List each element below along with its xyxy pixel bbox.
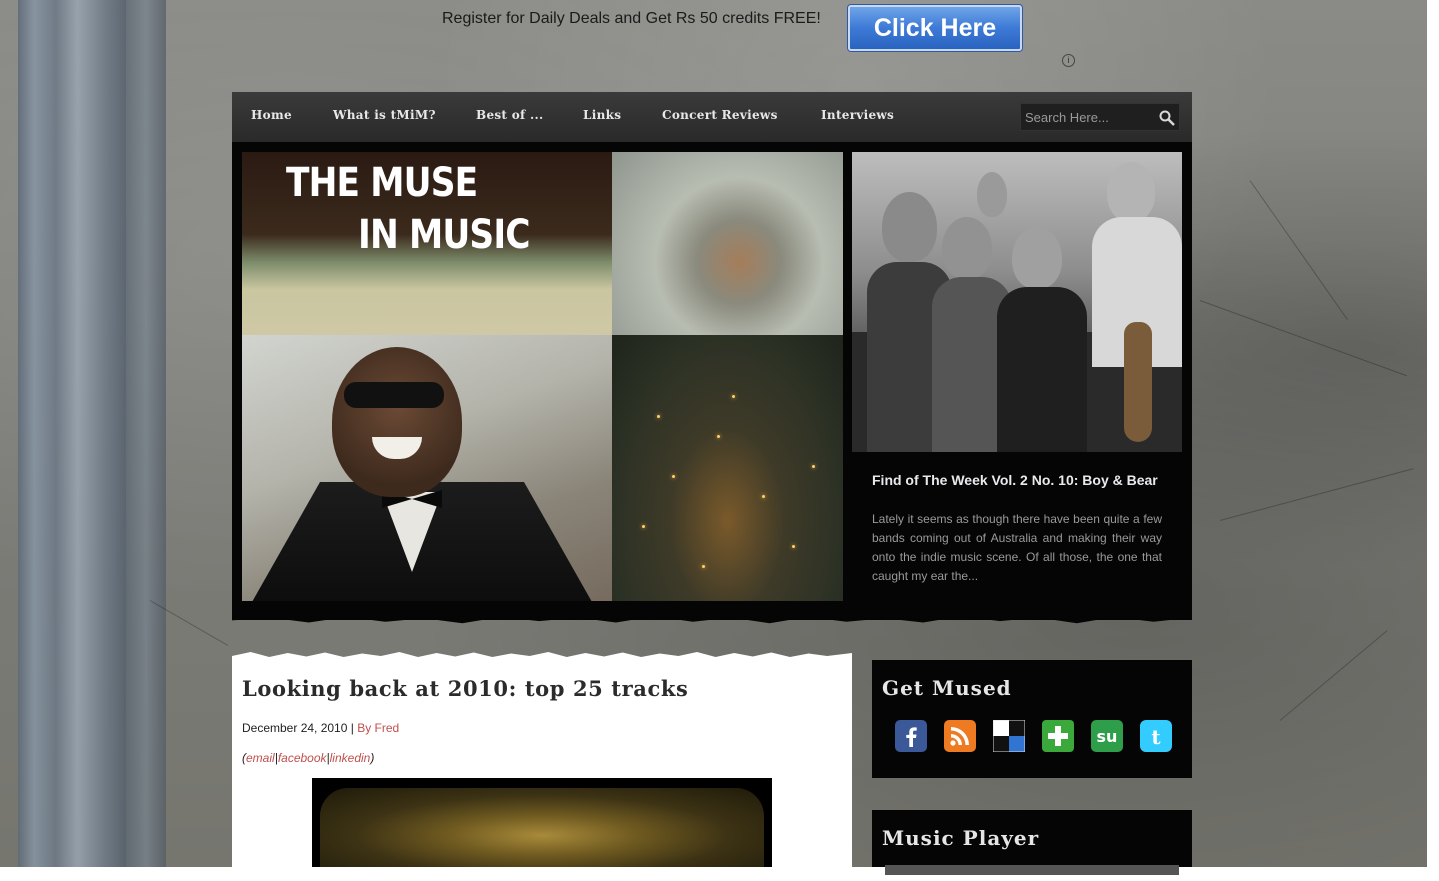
band-member: [942, 217, 992, 279]
share-facebook-link[interactable]: facebook: [278, 751, 327, 765]
light-dot: [717, 435, 720, 438]
light-dot: [672, 475, 675, 478]
nav-best-of[interactable]: Best of ...: [476, 108, 543, 122]
share-email-link[interactable]: email: [246, 751, 275, 765]
nav-links[interactable]: Links: [583, 108, 621, 122]
widget-title: Music Player: [882, 826, 1040, 850]
wall-crack: [1199, 300, 1407, 377]
search-input[interactable]: [1025, 107, 1155, 127]
share-paren-close: ): [370, 751, 375, 765]
collage-figure-glasses: [344, 382, 444, 408]
twitter-icon[interactable]: t: [1140, 720, 1172, 752]
wall-crack: [1249, 180, 1348, 321]
band-member: [1107, 162, 1155, 222]
wall-crack: [1279, 630, 1388, 721]
post-date: December 24, 2010: [242, 721, 348, 735]
featured-banner-image[interactable]: THE MUSE IN MUSIC: [242, 152, 843, 601]
light-dot: [702, 565, 705, 568]
band-member-body: [997, 287, 1087, 452]
facebook-icon[interactable]: [895, 720, 927, 752]
delicious-icon[interactable]: [993, 720, 1025, 752]
post-title[interactable]: Looking back at 2010: top 25 tracks: [242, 676, 688, 701]
svg-text:su: su: [1097, 727, 1118, 746]
light-dot: [732, 395, 735, 398]
video-thumbnail: [320, 788, 764, 867]
band-member: [977, 172, 1007, 217]
search-icon[interactable]: [1159, 110, 1175, 126]
band-member: [882, 192, 937, 262]
post-video-embed[interactable]: [312, 778, 772, 867]
collage-panel: [612, 335, 843, 601]
banner-title-line2: IN MUSIC: [358, 212, 531, 258]
main-nav: Home What is tMiM? Best of ... Links Con…: [232, 92, 1192, 142]
frame-edge: [1427, 0, 1439, 881]
light-dot: [642, 525, 645, 528]
nav-home[interactable]: Home: [251, 108, 292, 122]
music-player-bar[interactable]: [885, 865, 1179, 875]
widget-music-player: Music Player: [872, 810, 1192, 875]
frame-edge: [0, 867, 1439, 881]
ad-text[interactable]: Register for Daily Deals and Get Rs 50 c…: [442, 9, 832, 29]
svg-text:t: t: [1151, 725, 1161, 749]
light-dot: [762, 495, 765, 498]
featured-post-title[interactable]: Find of The Week Vol. 2 No. 10: Boy & Be…: [872, 472, 1162, 488]
background-pipe: [18, 0, 126, 867]
band-member: [1012, 227, 1062, 289]
share-linkedin-link[interactable]: linkedin: [330, 751, 371, 765]
nav-interviews[interactable]: Interviews: [821, 108, 894, 122]
post-card: Looking back at 2010: top 25 tracks Dece…: [232, 658, 852, 867]
ad-click-here-button[interactable]: Click Here: [848, 5, 1022, 51]
collage-panel: [612, 152, 843, 335]
light-dot: [657, 415, 660, 418]
ukulele: [1124, 322, 1152, 442]
post-meta: December 24, 2010 | By Fred: [242, 721, 399, 735]
light-dot: [812, 465, 815, 468]
stumbleupon-icon[interactable]: su: [1091, 720, 1123, 752]
featured-slider: THE MUSE IN MUSIC Find of The Week Vol. …: [232, 142, 1192, 620]
widget-get-mused: Get Mused su t: [872, 660, 1192, 778]
post-share-links: (email|facebook|linkedin): [242, 751, 374, 765]
banner-title-line1: THE MUSE: [286, 160, 478, 206]
featured-post-excerpt: Lately it seems as though there have bee…: [872, 512, 1162, 583]
meta-separator: |: [347, 721, 358, 735]
nav-what-is-tmim[interactable]: What is tMiM?: [333, 108, 436, 122]
featured-post-image[interactable]: [852, 152, 1182, 452]
light-dot: [792, 545, 795, 548]
collage-figure-face: [332, 347, 462, 497]
post-author-link[interactable]: By Fred: [357, 721, 399, 735]
widget-title: Get Mused: [882, 676, 1012, 700]
add-icon[interactable]: [1042, 720, 1074, 752]
ad-info-icon[interactable]: i: [1062, 54, 1075, 67]
nav-concert-reviews[interactable]: Concert Reviews: [662, 108, 778, 122]
search-box: [1020, 103, 1180, 131]
background-pipe-shadow: [126, 0, 166, 867]
wall-crack: [1219, 468, 1414, 521]
rss-icon[interactable]: [944, 720, 976, 752]
